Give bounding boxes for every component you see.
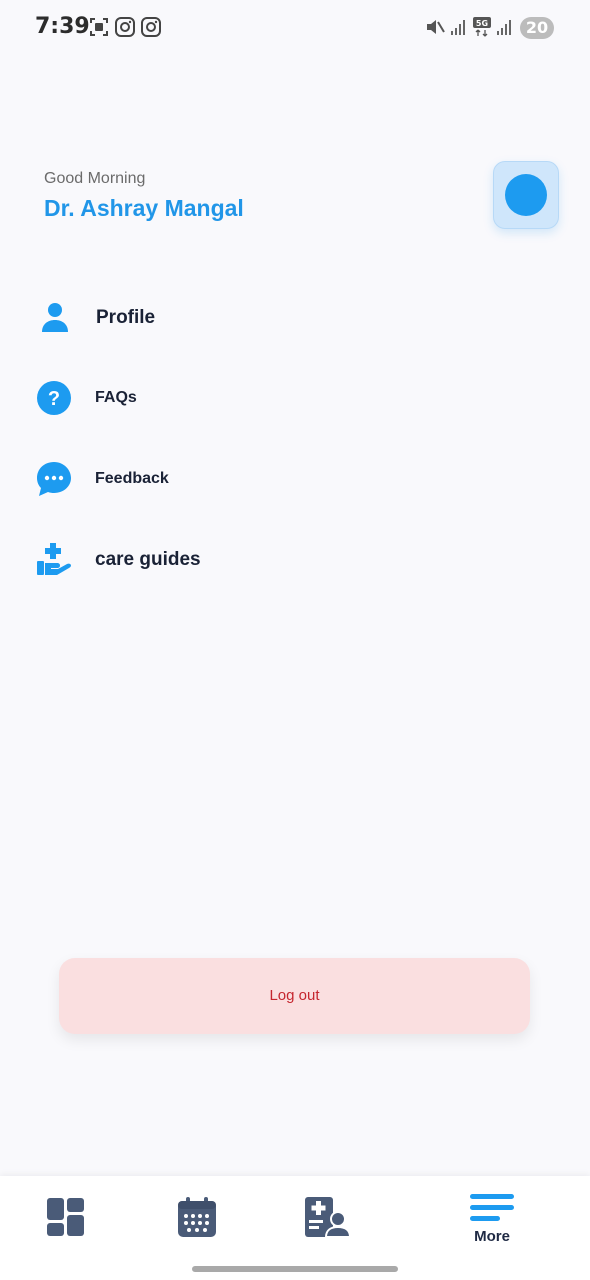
screenshot-icon: [90, 18, 108, 36]
dashboard-icon: [47, 1198, 84, 1236]
menu-label: Profile: [96, 307, 156, 328]
svg-text:?: ?: [48, 388, 60, 410]
menu-icon: [470, 1194, 514, 1221]
signal-icon: [497, 20, 511, 35]
status-time: 7:39: [35, 14, 90, 39]
instagram-icon: [141, 17, 161, 37]
menu-label: FAQs: [95, 389, 137, 406]
nav-item-dashboard[interactable]: [6, 1176, 126, 1256]
nav-item-calendar[interactable]: [137, 1176, 257, 1256]
doctor-name: Dr. Ashray Mangal: [44, 195, 244, 221]
logout-button[interactable]: Log out: [59, 958, 530, 1034]
battery-indicator: 20: [520, 17, 554, 39]
instagram-icon: [115, 17, 135, 37]
svg-text:5G: 5G: [476, 19, 488, 28]
home-indicator: [192, 1266, 398, 1272]
menu-item-feedback[interactable]: Feedback: [34, 459, 554, 509]
calendar-icon: [178, 1197, 216, 1237]
care-hand-icon: [37, 543, 71, 575]
menu-label: care guides: [95, 549, 201, 570]
nav-item-more[interactable]: More: [432, 1176, 552, 1256]
mute-icon: [427, 20, 445, 34]
question-icon: ?: [37, 381, 71, 415]
greeting-text: Good Morning: [44, 170, 146, 187]
bottom-navigation: More: [0, 1176, 590, 1280]
menu-item-faqs[interactable]: ? FAQs: [34, 378, 554, 428]
signal-icon: [451, 20, 465, 35]
status-bar: 7:39 5G 20: [0, 0, 590, 56]
nav-item-medical-records[interactable]: [266, 1176, 386, 1256]
menu-item-profile[interactable]: Profile: [34, 298, 554, 348]
avatar: [505, 174, 547, 216]
medical-record-icon: [305, 1197, 350, 1238]
menu-label: Feedback: [95, 470, 169, 487]
avatar-button[interactable]: [493, 161, 559, 229]
nav-label-more: More: [474, 1228, 510, 1245]
5g-icon: 5G: [473, 17, 491, 37]
chat-bubble-icon: [37, 462, 71, 496]
person-icon: [42, 303, 68, 332]
menu-item-care-guides[interactable]: care guides: [34, 540, 554, 590]
